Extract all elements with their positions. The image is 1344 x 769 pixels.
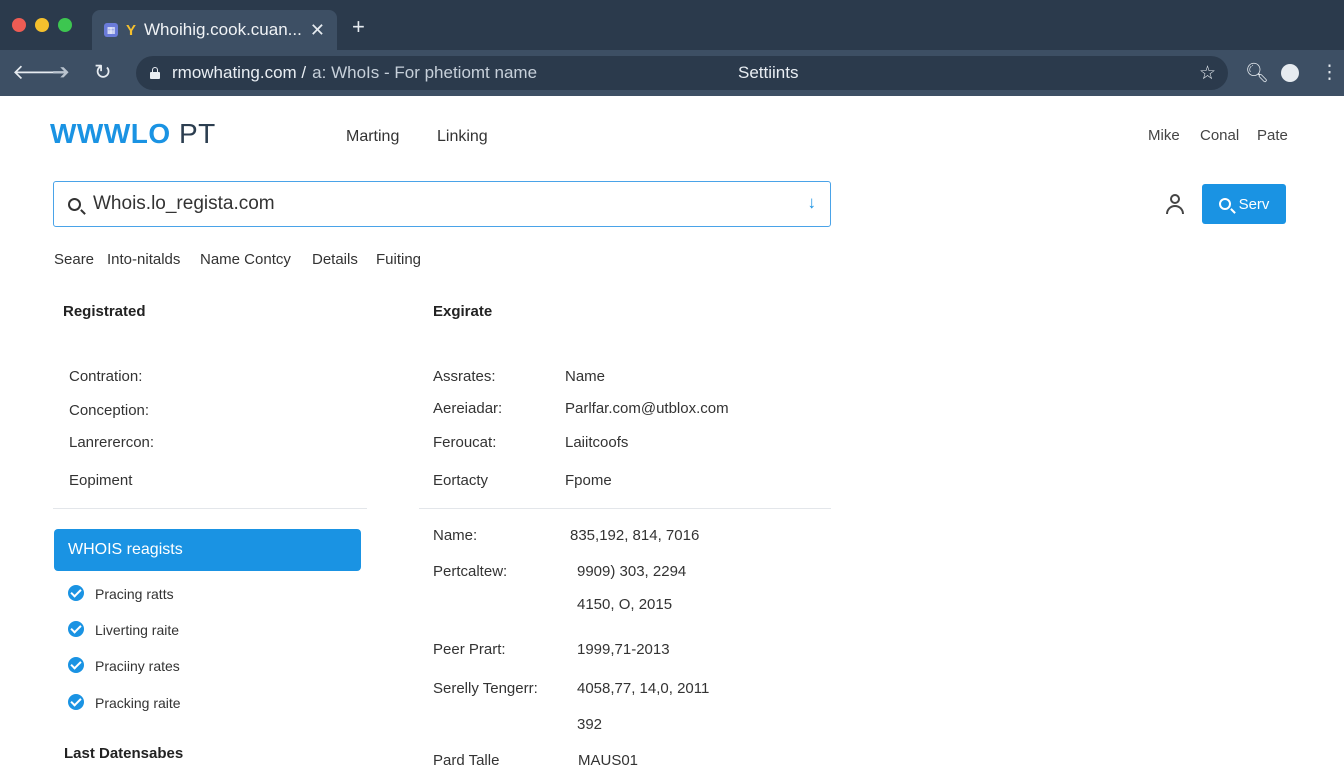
window-maximize-button[interactable]: [58, 18, 72, 32]
user-nav-conal[interactable]: Conal: [1200, 127, 1239, 144]
search-button-label: Serv: [1238, 195, 1270, 213]
row-value: Name: [565, 368, 606, 385]
right-divider: [419, 508, 831, 509]
check-item-label: Pracing ratts: [95, 586, 174, 602]
browser-tab-active[interactable]: ▦ Y Whoihig.cook.cuan... ✕: [92, 10, 337, 50]
subtab-seare[interactable]: Seare: [54, 251, 94, 268]
exgirate-heading: Exgirate: [433, 303, 493, 320]
logo-suffix-text: PT: [178, 118, 216, 149]
detail-value: 4150, O, 2015: [577, 596, 673, 613]
field-label: Eopiment: [69, 472, 133, 489]
row-label: Eortacty: [433, 472, 489, 489]
row-value: Fpome: [565, 472, 612, 489]
window-minimize-button[interactable]: [35, 18, 49, 32]
download-arrow-icon[interactable]: ↓: [808, 193, 817, 213]
check-item-label: Praciiny rates: [95, 658, 180, 674]
domain-search-input[interactable]: [91, 192, 775, 216]
menu-kebab-icon[interactable]: ⋮: [1320, 61, 1339, 84]
row-value-email[interactable]: Parlfar.com@utblox.com: [565, 400, 729, 417]
profile-icon[interactable]: [1281, 64, 1299, 82]
detail-value: 835,192, 814, 7016: [570, 527, 700, 544]
checkmark-icon: [68, 621, 84, 637]
detail-value: 9909) 303, 2294: [577, 563, 687, 580]
checkmark-icon: [68, 585, 84, 601]
detail-label: Peer Prart:: [433, 641, 506, 658]
subtab-details[interactable]: Details: [312, 251, 358, 268]
lock-icon: [150, 67, 160, 79]
url-settings-text: Settiints: [738, 63, 799, 82]
search-icon: [68, 197, 81, 211]
tab-title: Whoihig.cook.cuan...: [144, 20, 302, 39]
check-item-label: Liverting raite: [95, 622, 180, 638]
new-tab-icon[interactable]: +: [352, 14, 365, 40]
detail-label: Serelly Tengerr:: [433, 680, 538, 697]
browser-toolbar: 🡐 ➔ ↻ rmowhating.com / a: WhoIs - For ph…: [0, 50, 1344, 96]
detail-value: 392: [577, 716, 603, 733]
whois-button-label: WHOIS reagists: [68, 541, 183, 558]
subtab-name-contcy[interactable]: Name Contcy: [200, 251, 291, 268]
window-close-button[interactable]: [12, 18, 26, 32]
checkmark-icon: [68, 657, 84, 673]
field-label: Lanrerercon:: [69, 434, 155, 451]
row-label: Assrates:: [433, 368, 496, 385]
subtab-into-nitalds[interactable]: Into-nitalds: [107, 251, 180, 268]
search-icon: [1218, 198, 1231, 210]
subtab-fuiting[interactable]: Fuiting: [376, 251, 421, 268]
user-account-icon[interactable]: [1166, 194, 1184, 214]
last-datensabes-heading: Last Datensabes: [64, 745, 184, 762]
detail-value: 4058,77, 14,0, 2011: [577, 680, 710, 697]
detail-label: Pard Talle: [433, 752, 500, 769]
url-path: a: WhoIs - For phetiomt name: [312, 63, 538, 82]
row-label: Feroucat:: [433, 434, 497, 451]
tab-favicon-icon: ▦: [104, 23, 118, 37]
bookmark-star-icon[interactable]: ☆: [1199, 62, 1216, 85]
detail-value: 1999,71-2013: [577, 641, 670, 658]
row-value: Laiitcoofs: [565, 434, 629, 451]
logo-main-text: WWWLO: [50, 118, 171, 149]
nav-link-marting[interactable]: Marting: [346, 128, 399, 146]
site-logo[interactable]: WWWLO PT: [50, 118, 216, 150]
check-item-label: Pracking raite: [95, 695, 181, 711]
user-nav-pate[interactable]: Pate: [1257, 127, 1288, 144]
detail-label: Name:: [433, 527, 478, 544]
registrated-heading: Registrated: [63, 303, 146, 320]
search-button[interactable]: Serv: [1202, 184, 1286, 224]
tab-close-icon[interactable]: ✕: [310, 20, 325, 41]
tab-secondary-icon: Y: [126, 21, 137, 39]
detail-value: MAUS01: [578, 752, 639, 769]
nav-link-linking[interactable]: Linking: [437, 128, 488, 146]
user-nav-mike[interactable]: Mike: [1148, 127, 1180, 144]
field-label: Contration:: [69, 368, 143, 385]
checkmark-icon: [68, 694, 84, 710]
forward-arrow-icon[interactable]: ➔: [52, 60, 70, 85]
whois-register-button[interactable]: WHOIS reagists: [54, 529, 361, 571]
detail-label: Pertcaltew:: [433, 563, 508, 580]
browser-tab-bar: ▦ Y Whoihig.cook.cuan... ✕ +: [0, 0, 1344, 50]
left-divider: [53, 508, 367, 509]
domain-search-box[interactable]: ↓: [53, 181, 831, 227]
search-icon[interactable]: 🔍︎: [1245, 61, 1269, 85]
url-host: rmowhating.com /: [172, 63, 307, 82]
reload-icon[interactable]: ↻: [94, 60, 112, 85]
field-label: Conception:: [69, 402, 150, 419]
row-label: Aereiadar:: [433, 400, 503, 417]
address-bar[interactable]: rmowhating.com / a: WhoIs - For phetiomt…: [136, 56, 1228, 90]
